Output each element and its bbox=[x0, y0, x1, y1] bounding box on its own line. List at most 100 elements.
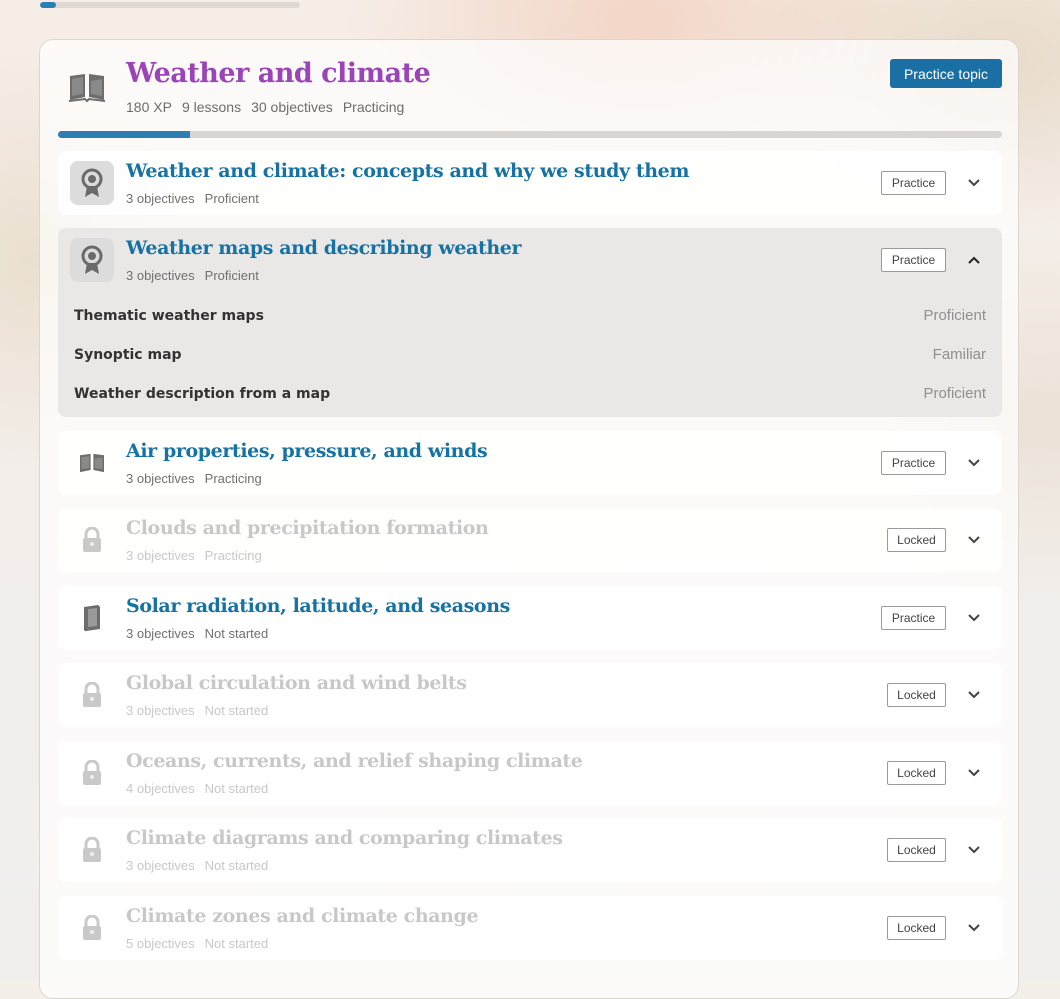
lesson-status: Not started bbox=[204, 626, 269, 641]
objective-status: Proficient bbox=[923, 307, 986, 324]
chevron-down-icon[interactable] bbox=[964, 453, 984, 473]
lesson-card[interactable]: Solar radiation, latitude, and seasons 3 … bbox=[58, 586, 1002, 650]
topic-meta: 180 XP 9 lessons 30 objectives Practicin… bbox=[126, 99, 404, 115]
chevron-down-icon[interactable] bbox=[964, 840, 984, 860]
objective-name: Synoptic map bbox=[74, 346, 182, 363]
objective-list: Thematic weather maps Proficient Synoptic … bbox=[58, 292, 1002, 417]
lesson-meta: 3 objectives Practicing bbox=[126, 548, 262, 563]
practice-button[interactable]: Practice bbox=[881, 171, 946, 195]
lesson-header[interactable]: Weather maps and describing weather 3 obj… bbox=[58, 228, 1002, 292]
lesson-title[interactable]: Weather and climate: concepts and why we… bbox=[126, 160, 689, 182]
open-book-icon bbox=[66, 66, 108, 108]
locked-button: Locked bbox=[887, 683, 946, 707]
lock-icon bbox=[70, 906, 114, 950]
locked-button: Locked bbox=[887, 528, 946, 552]
lesson-card[interactable]: Global circulation and wind belts 3 objec… bbox=[58, 663, 1002, 727]
objective-name: Weather description from a map bbox=[74, 385, 331, 402]
objective-row: Thematic weather maps Proficient bbox=[74, 296, 986, 335]
lock-icon bbox=[70, 751, 114, 795]
lesson-status: Not started bbox=[204, 781, 269, 796]
objective-row: Synoptic map Familiar bbox=[74, 335, 986, 374]
topic-objective-count: 30 objectives bbox=[251, 99, 333, 115]
chevron-down-icon[interactable] bbox=[964, 763, 984, 783]
lesson-card[interactable]: Weather maps and describing weather 3 obj… bbox=[58, 228, 1002, 417]
objective-name: Thematic weather maps bbox=[74, 307, 264, 324]
chevron-down-icon[interactable] bbox=[964, 608, 984, 628]
lesson-status: Practicing bbox=[204, 471, 262, 486]
badge-icon bbox=[70, 161, 114, 205]
lesson-meta: 3 objectives Practicing bbox=[126, 471, 262, 486]
chevron-down-icon[interactable] bbox=[964, 173, 984, 193]
closed-book-icon bbox=[70, 596, 114, 640]
lesson-title: Clouds and precipitation formation bbox=[126, 517, 489, 539]
lesson-meta: 3 objectives Proficient bbox=[126, 191, 259, 206]
lesson-card[interactable]: Air properties, pressure, and winds 3 obj… bbox=[58, 431, 1002, 495]
lesson-status: Proficient bbox=[204, 268, 259, 283]
lesson-objective-count: 3 objectives bbox=[126, 191, 195, 206]
lesson-objective-count: 4 objectives bbox=[126, 781, 195, 796]
practice-topic-button[interactable]: Practice topic bbox=[890, 59, 1002, 88]
lesson-header[interactable]: Air properties, pressure, and winds 3 obj… bbox=[58, 431, 1002, 495]
objective-row: Weather description from a map Proficient bbox=[74, 374, 986, 413]
lesson-header[interactable]: Global circulation and wind belts 3 objec… bbox=[58, 663, 1002, 727]
lesson-title: Oceans, currents, and relief shaping cli… bbox=[126, 750, 583, 772]
lesson-objective-count: 3 objectives bbox=[126, 268, 195, 283]
lesson-status: Practicing bbox=[204, 548, 262, 563]
lesson-status: Not started bbox=[204, 936, 269, 951]
overall-progress-fill bbox=[40, 2, 56, 8]
topic-xp: 180 XP bbox=[126, 99, 172, 115]
overall-progress-bar bbox=[40, 2, 300, 8]
locked-button: Locked bbox=[887, 838, 946, 862]
chevron-down-icon[interactable] bbox=[964, 685, 984, 705]
lesson-title[interactable]: Solar radiation, latitude, and seasons bbox=[126, 595, 510, 617]
lesson-card[interactable]: Climate zones and climate change 5 object… bbox=[58, 896, 1002, 960]
chevron-up-icon[interactable] bbox=[964, 250, 984, 270]
lesson-header[interactable]: Climate diagrams and comparing climates 3… bbox=[58, 818, 1002, 882]
practice-button[interactable]: Practice bbox=[881, 248, 946, 272]
chevron-down-icon[interactable] bbox=[964, 918, 984, 938]
lock-icon bbox=[70, 828, 114, 872]
lesson-title: Global circulation and wind belts bbox=[126, 672, 467, 694]
lesson-status: Not started bbox=[204, 703, 269, 718]
lesson-meta: 5 objectives Not started bbox=[126, 936, 268, 951]
topic-progress-bar bbox=[58, 131, 1002, 138]
lesson-objective-count: 3 objectives bbox=[126, 858, 195, 873]
lesson-objective-count: 3 objectives bbox=[126, 548, 195, 563]
lesson-header[interactable]: Climate zones and climate change 5 object… bbox=[58, 896, 1002, 960]
lesson-card[interactable]: Clouds and precipitation formation 3 obje… bbox=[58, 508, 1002, 572]
locked-button: Locked bbox=[887, 916, 946, 940]
practice-button[interactable]: Practice bbox=[881, 606, 946, 630]
lesson-card[interactable]: Oceans, currents, and relief shaping cli… bbox=[58, 741, 1002, 805]
chevron-down-icon[interactable] bbox=[964, 530, 984, 550]
lesson-status: Proficient bbox=[204, 191, 259, 206]
lesson-meta: 3 objectives Not started bbox=[126, 626, 268, 641]
lesson-title: Climate diagrams and comparing climates bbox=[126, 827, 563, 849]
lesson-objective-count: 3 objectives bbox=[126, 703, 195, 718]
lesson-title[interactable]: Air properties, pressure, and winds bbox=[126, 440, 488, 462]
lesson-meta: 3 objectives Proficient bbox=[126, 268, 259, 283]
badge-icon bbox=[70, 238, 114, 282]
lesson-title: Climate zones and climate change bbox=[126, 905, 479, 927]
lesson-card[interactable]: Climate diagrams and comparing climates 3… bbox=[58, 818, 1002, 882]
topic-progress-fill bbox=[58, 131, 191, 138]
topic-status: Practicing bbox=[342, 99, 405, 115]
lesson-meta: 3 objectives Not started bbox=[126, 858, 268, 873]
lesson-header[interactable]: Clouds and precipitation formation 3 obje… bbox=[58, 508, 1002, 572]
lock-icon bbox=[70, 673, 114, 717]
lesson-status: Not started bbox=[204, 858, 269, 873]
open-book-icon bbox=[70, 441, 114, 485]
lesson-objective-count: 5 objectives bbox=[126, 936, 195, 951]
objective-status: Familiar bbox=[932, 346, 986, 363]
topic-lesson-count: 9 lessons bbox=[181, 99, 242, 115]
practice-button[interactable]: Practice bbox=[881, 451, 946, 475]
locked-button: Locked bbox=[887, 761, 946, 785]
lesson-header[interactable]: Weather and climate: concepts and why we… bbox=[58, 151, 1002, 215]
lesson-objective-count: 3 objectives bbox=[126, 626, 195, 641]
lesson-header[interactable]: Oceans, currents, and relief shaping cli… bbox=[58, 741, 1002, 805]
lesson-objective-count: 3 objectives bbox=[126, 471, 195, 486]
lesson-header[interactable]: Solar radiation, latitude, and seasons 3 … bbox=[58, 586, 1002, 650]
lesson-title[interactable]: Weather maps and describing weather bbox=[126, 237, 521, 259]
lesson-card[interactable]: Weather and climate: concepts and why we… bbox=[58, 151, 1002, 215]
lesson-meta: 4 objectives Not started bbox=[126, 781, 268, 796]
objective-status: Proficient bbox=[923, 385, 986, 402]
